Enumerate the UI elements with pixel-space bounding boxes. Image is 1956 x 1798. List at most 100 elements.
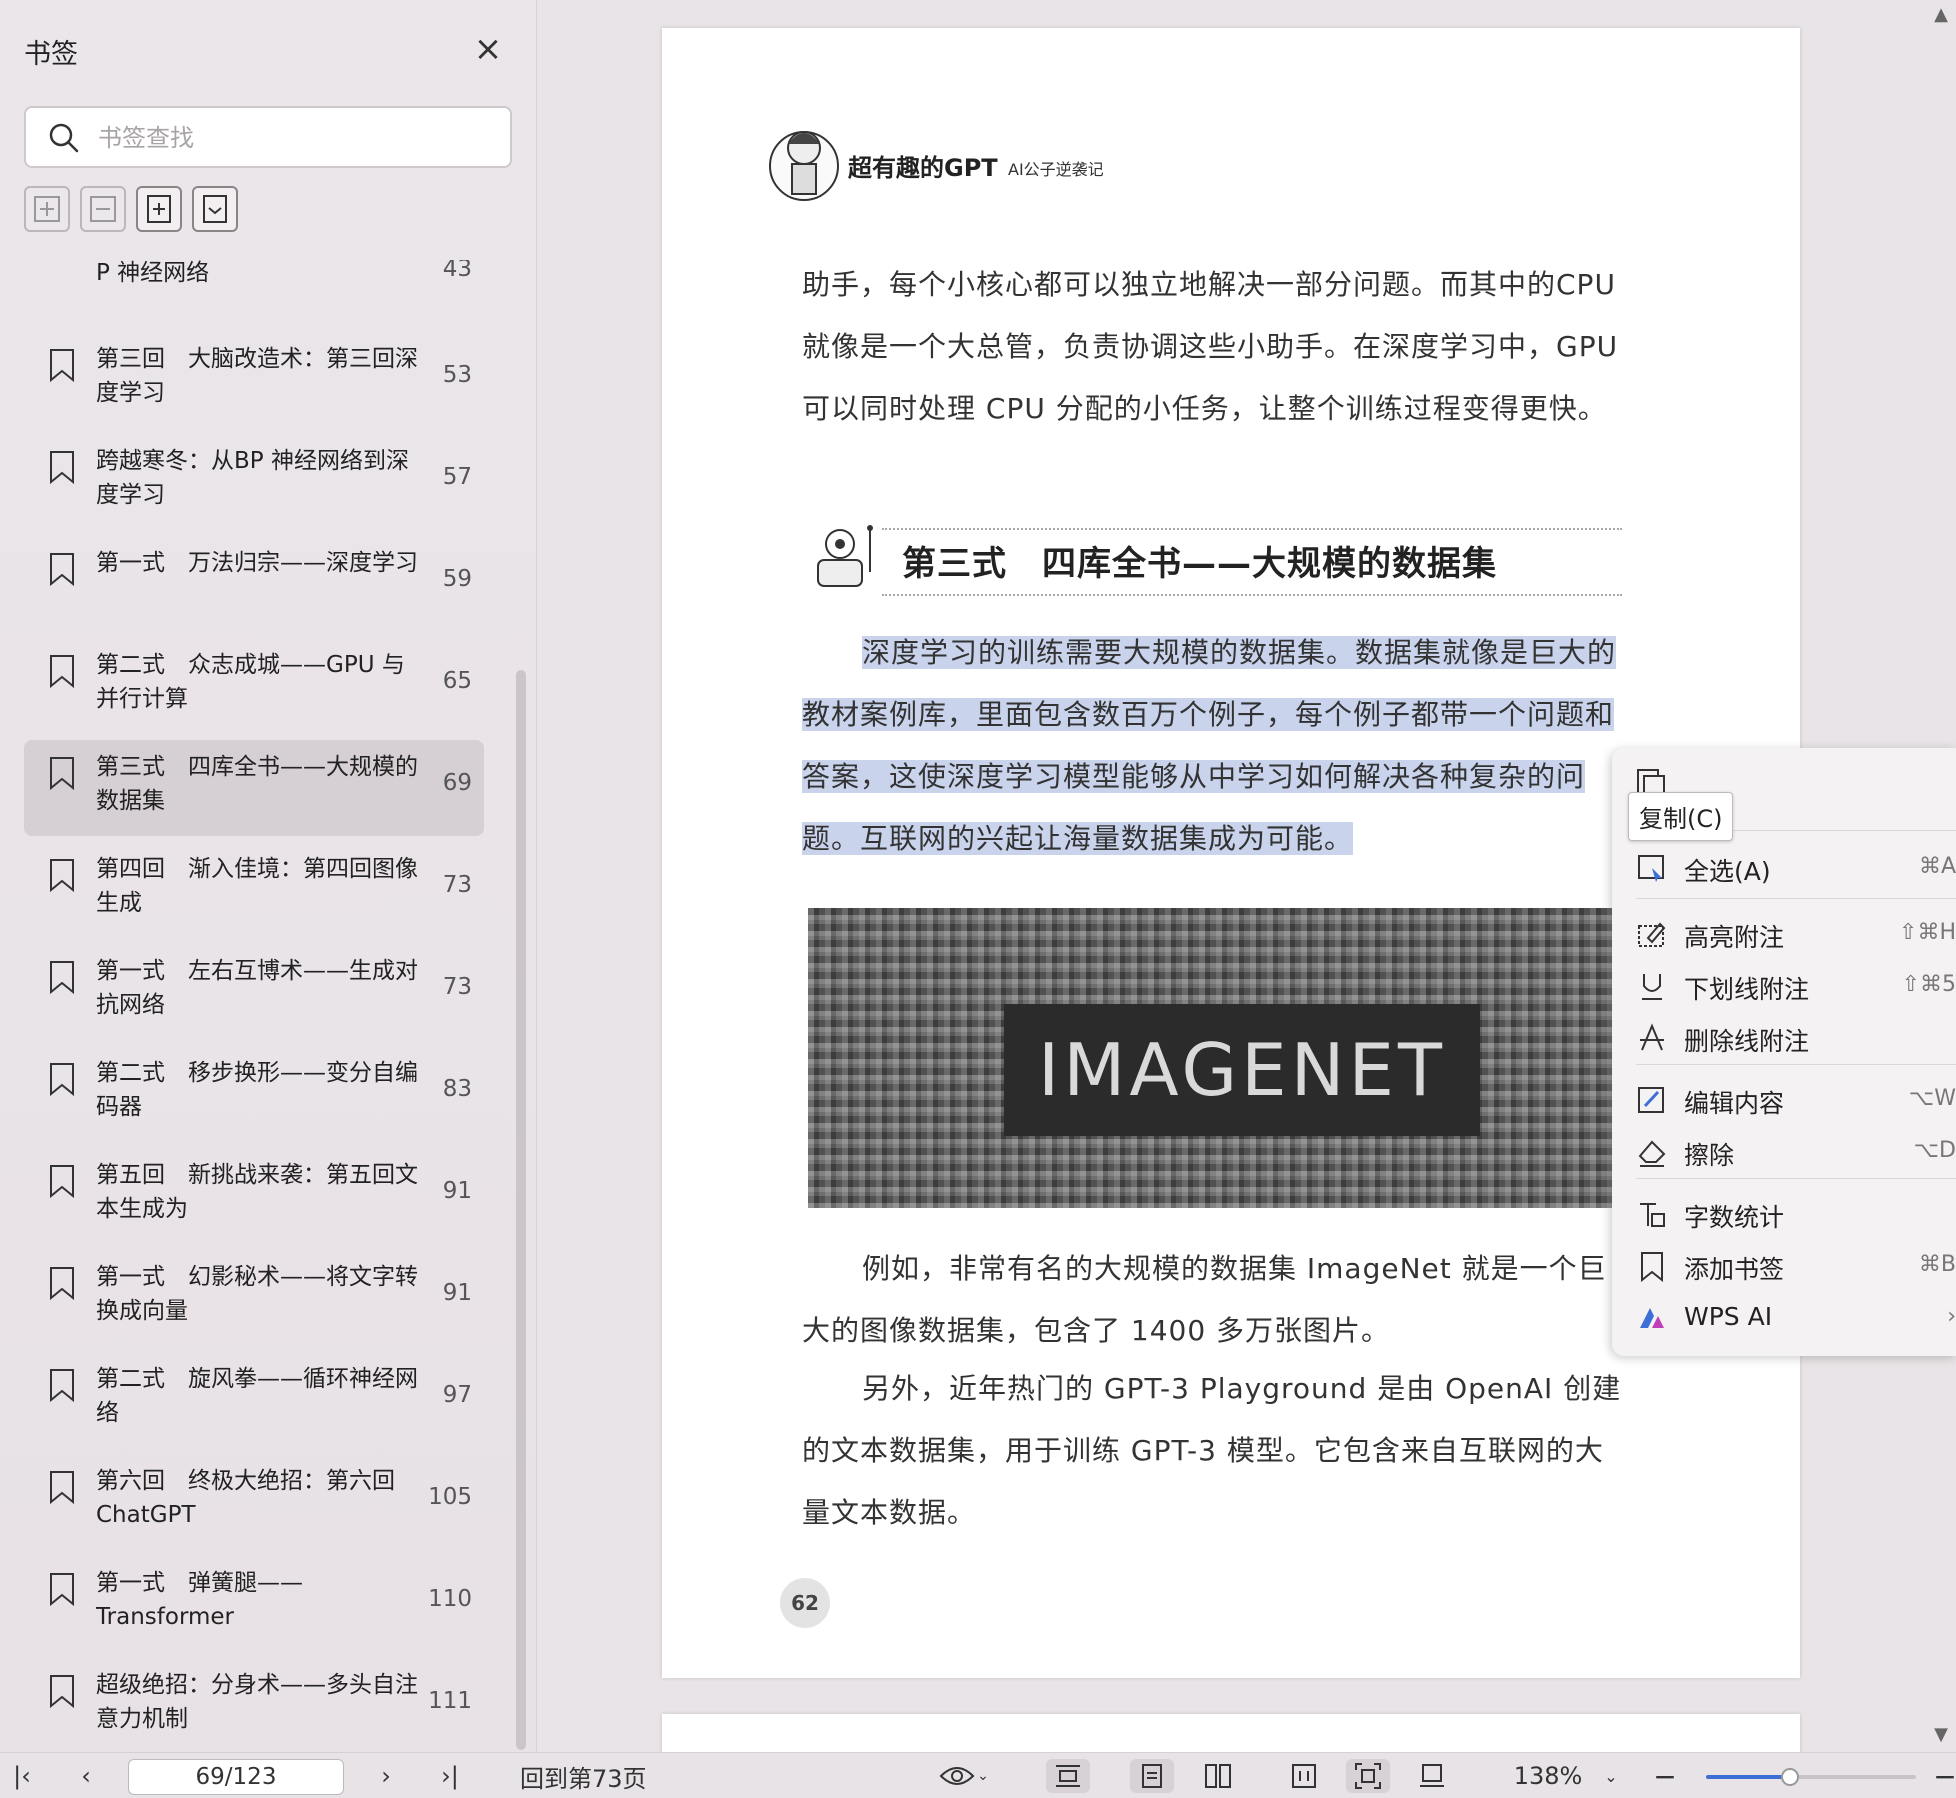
section-heading: 第三式 四库全书——大规模的数据集 — [802, 498, 1622, 598]
bookmark-icon — [50, 1165, 74, 1198]
bookmark-label: 第三式 四库全书——大规模的数据集 — [96, 754, 418, 814]
menu-item[interactable]: 添加书签 ⌘B — [1612, 1240, 1956, 1292]
bookmark-label: 第三回 大脑改造术：第三回深度学习 — [96, 346, 418, 406]
zoom-dropdown-icon[interactable]: ⌄ — [1596, 1759, 1626, 1793]
sidebar-scrollbar[interactable] — [516, 670, 526, 1750]
menu-separator — [1636, 898, 1956, 899]
bookmark-page: 91 — [442, 1178, 472, 1204]
menu-item-shortcut: ⇧⌘5 — [1901, 972, 1956, 997]
menu-item[interactable]: 全选(A) ⌘A — [1612, 842, 1956, 894]
bookmark-item[interactable]: 第一式 弹簧腿——Transformer 110 — [24, 1556, 484, 1652]
first-page-icon[interactable]: |‹ — [0, 1759, 44, 1793]
menu-item-label: 高亮附注 — [1684, 923, 1785, 952]
next-page — [662, 1714, 1800, 1752]
next-page-icon[interactable]: › — [364, 1759, 408, 1793]
menu-item-shortcut: ⇧⌘H — [1899, 920, 1956, 945]
bookmark-item[interactable]: 第一式 万法归宗——深度学习 59 — [24, 536, 484, 632]
menu-item-label: 删除线附注 — [1684, 1027, 1810, 1056]
bookmark-search-box[interactable] — [24, 106, 512, 168]
underline-icon — [1642, 974, 1662, 1000]
zoom-slider-handle[interactable] — [1781, 1768, 1799, 1786]
menu-item[interactable]: WPS AI › — [1612, 1292, 1956, 1344]
bookmark-page: 111 — [428, 1688, 472, 1714]
bookmark-item[interactable]: 第二式 众志成城——GPU 与并行计算 65 — [24, 638, 484, 734]
bookmark-search-input[interactable] — [98, 118, 498, 158]
last-page-icon[interactable]: ›| — [428, 1759, 472, 1793]
menu-item[interactable]: 字数统计 — [1612, 1188, 1956, 1240]
menu-separator — [1636, 1178, 1956, 1179]
bookmark-item[interactable]: 第三式 四库全书——大规模的数据集 69 — [24, 740, 484, 836]
scroll-up-arrow-icon[interactable]: ▲ — [1934, 4, 1948, 25]
status-bar: |‹ ‹ › ›| 回到第73页 ⌄ 138% ⌄ − − — [0, 1752, 1956, 1798]
zoom-level[interactable]: 138% — [1508, 1759, 1588, 1793]
zoom-out-icon[interactable]: − — [1648, 1759, 1682, 1793]
close-icon[interactable]: × — [470, 32, 506, 68]
selected-paragraph[interactable]: 深度学习的训练需要大规模的数据集。数据集就像是巨大的教材案例库，里面包含数百万个… — [802, 622, 1622, 870]
menu-item-label: 字数统计 — [1684, 1203, 1785, 1232]
bookmark-item[interactable]: 第四回 渐入佳境：第四回图像生成 73 — [24, 842, 484, 938]
zoom-slider[interactable] — [1706, 1768, 1916, 1786]
fit-page-icon[interactable] — [1346, 1759, 1390, 1793]
return-to-page-link[interactable]: 回到第73页 — [520, 1759, 647, 1793]
bookmark-page: 83 — [442, 1076, 472, 1102]
bookmark-item[interactable]: 第二式 移步换形——变分自编码器 83 — [24, 1046, 484, 1142]
scroll-down-arrow-icon[interactable]: ▼ — [1934, 1724, 1948, 1745]
page-number-input[interactable] — [128, 1759, 344, 1795]
bookmark-label: P 神经网络 — [96, 260, 210, 286]
bookmark-icon — [50, 655, 74, 688]
continuous-view-icon[interactable] — [1046, 1759, 1090, 1793]
bookmark-item[interactable]: 超级绝招：分身术——多头自注意力机制 111 — [24, 1658, 484, 1750]
menu-item-label: 编辑内容 — [1684, 1089, 1785, 1118]
bookmark-item[interactable]: 第一式 幻影秘术——将文字转换成向量 91 — [24, 1250, 484, 1346]
menu-item-label: 添加书签 — [1684, 1255, 1785, 1284]
bookmark-item[interactable]: 第一式 左右互博术——生成对抗网络 73 — [24, 944, 484, 1040]
bookmark-item[interactable]: 第五回 新挑战来袭：第五回文本生成为 91 — [24, 1148, 484, 1244]
collapse-all-button[interactable] — [80, 186, 126, 232]
strikethrough-icon — [1640, 1023, 1664, 1051]
bookmark-page: 57 — [442, 464, 472, 490]
expand-all-icon — [34, 196, 60, 222]
highlight-icon — [1638, 922, 1666, 947]
bookmark-item[interactable]: 第二式 旋风拳——循环神经网络 97 — [24, 1352, 484, 1448]
wps-ai-icon — [1640, 1308, 1664, 1328]
bookmark-item[interactable]: 第三回 大脑改造术：第三回深度学习 53 — [24, 332, 484, 428]
sidebar-title: 书签 — [24, 39, 78, 70]
bookmark-icon — [50, 859, 74, 892]
bookmark-item[interactable]: 第六回 终极大绝招：第六回ChatGPT 105 — [24, 1454, 484, 1550]
fit-width-icon[interactable] — [1282, 1759, 1326, 1793]
menu-item[interactable]: 高亮附注 ⇧⌘H — [1612, 908, 1956, 960]
bookmark-label: 第二式 移步换形——变分自编码器 — [96, 1060, 418, 1120]
imagenet-banner: IMAGENET — [1004, 1004, 1480, 1136]
bookmark-icon — [50, 451, 74, 484]
expand-all-button[interactable] — [24, 186, 70, 232]
rotate-icon[interactable] — [1410, 1759, 1454, 1793]
menu-item[interactable]: 下划线附注 ⇧⌘5 — [1612, 960, 1956, 1012]
two-page-icon[interactable] — [1196, 1759, 1240, 1793]
bookmark-item[interactable]: 跨越寒冬：从BP 神经网络到深度学习 57 — [24, 434, 484, 530]
bookmark-label: 第二式 众志成城——GPU 与并行计算 — [96, 652, 405, 712]
divider — [882, 528, 1622, 530]
paragraph: 例如，非常有名的大规模的数据集 ImageNet 就是一个巨大的图像数据集，包含… — [802, 1238, 1622, 1362]
bookmark-page: 73 — [442, 974, 472, 1000]
zoom-slider-fill — [1706, 1775, 1790, 1779]
bookmark-icon — [50, 1573, 74, 1606]
zoom-in-icon[interactable]: − — [1933, 1759, 1956, 1793]
single-page-icon[interactable] — [1130, 1759, 1174, 1793]
menu-item[interactable]: 删除线附注 — [1612, 1012, 1956, 1064]
highlighted-text[interactable]: 深度学习的训练需要大规模的数据集。数据集就像是巨大的教材案例库，里面包含数百万个… — [802, 636, 1617, 855]
collapse-all-icon — [90, 196, 116, 222]
copy-tooltip: 复制(C) — [1628, 792, 1734, 841]
bookmark-button[interactable] — [192, 186, 238, 232]
menu-item-label: 全选(A) — [1684, 857, 1771, 886]
menu-item[interactable]: 编辑内容 ⌥W — [1612, 1074, 1956, 1126]
prev-page-icon[interactable]: ‹ — [64, 1759, 108, 1793]
divider — [882, 594, 1622, 596]
add-bookmark-button[interactable] — [136, 186, 182, 232]
page-number: 62 — [780, 1578, 830, 1628]
menu-item[interactable]: 擦除 ⌥D — [1612, 1126, 1956, 1178]
menu-item-shortcut: › — [1947, 1304, 1956, 1329]
menu-item-label: 擦除 — [1684, 1141, 1735, 1170]
eye-icon[interactable]: ⌄ — [934, 1759, 994, 1793]
bookmark-icon — [50, 1675, 74, 1708]
bookmark-item[interactable]: P 神经网络 43 — [24, 260, 484, 306]
